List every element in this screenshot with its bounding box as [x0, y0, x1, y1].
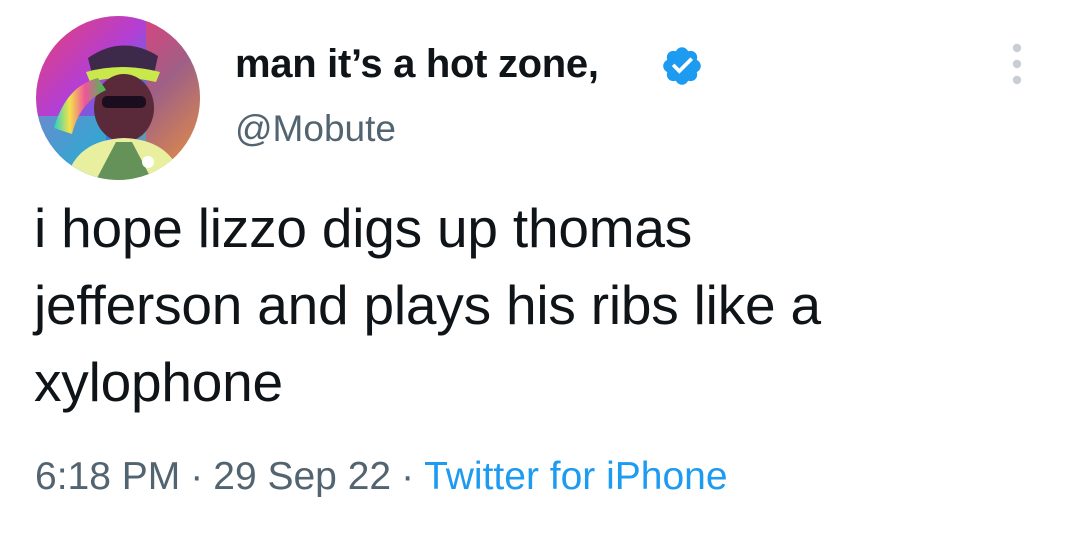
more-options-icon[interactable]	[1004, 42, 1030, 86]
tweet-source-link[interactable]: Twitter for iPhone	[424, 455, 727, 498]
display-name[interactable]: man it’s a hot zone,	[235, 42, 599, 87]
tweet-text-line: jefferson and plays his ribs like a	[34, 274, 821, 336]
tweet-text: i hope lizzo digs up thomas jefferson an…	[34, 190, 1044, 421]
tweet-time[interactable]: 6:18 PM	[35, 455, 180, 498]
user-handle[interactable]: @Mobute	[235, 108, 396, 150]
meta-separator: ·	[401, 455, 415, 498]
meta-separator: ·	[190, 455, 204, 498]
tweet-card: man it’s a hot zone, @Mobute i hope lizz…	[0, 0, 1080, 539]
tweet-text-line: i hope lizzo digs up thomas	[34, 197, 693, 259]
verified-badge-icon	[663, 47, 701, 85]
saluting-man-avatar-image	[36, 16, 200, 180]
tweet-text-line: xylophone	[34, 351, 283, 413]
tweet-date[interactable]: 29 Sep 22	[213, 455, 391, 498]
user-avatar[interactable]	[36, 16, 200, 180]
tweet-meta: 6:18 PM · 29 Sep 22 · Twitter for iPhone	[35, 455, 728, 499]
